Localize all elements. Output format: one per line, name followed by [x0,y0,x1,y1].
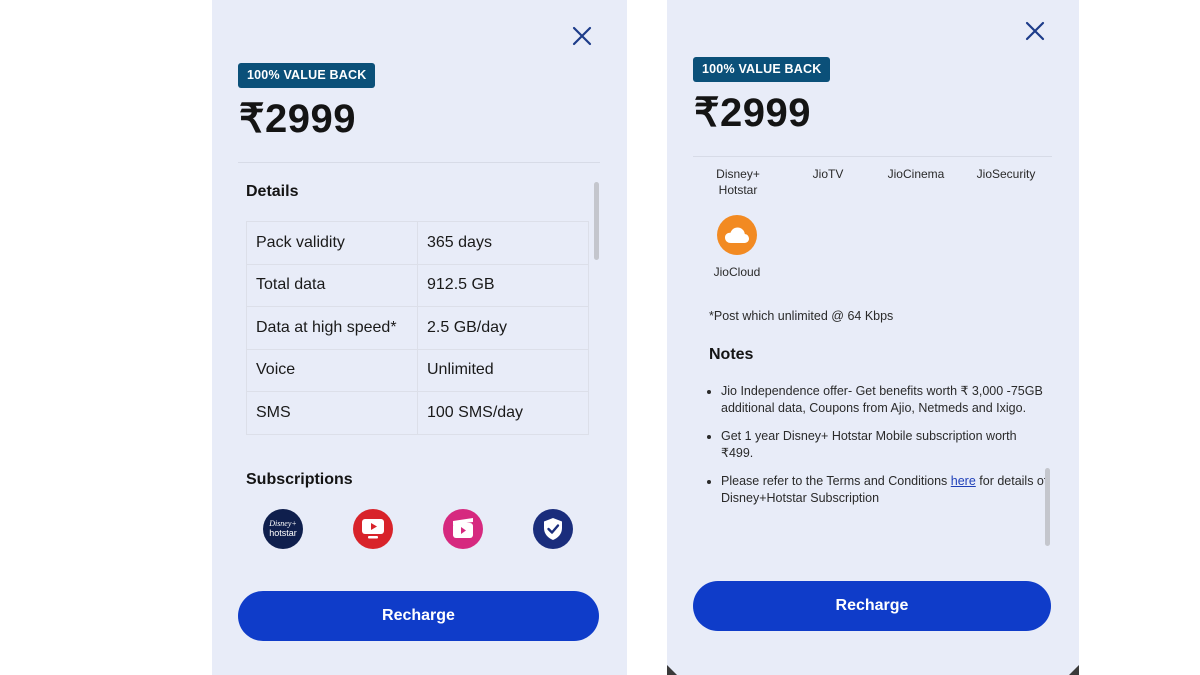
screen-corner [1069,665,1079,675]
close-button[interactable] [1023,19,1047,43]
plan-price: ₹2999 [239,97,356,141]
close-icon [572,26,592,46]
details-table: Pack validity 365 days Total data 912.5 … [246,221,589,435]
subscriptions-heading: Subscriptions [246,471,353,488]
table-row: Pack validity 365 days [246,221,589,265]
jiotv-icon[interactable] [353,509,393,549]
note-text: Please refer to the Terms and Conditions [721,474,951,488]
detail-value: 912.5 GB [417,263,589,307]
close-button[interactable] [570,24,594,48]
jiocloud-icon[interactable] [717,215,757,255]
app-label-line: Disney+ [716,167,760,181]
table-row: SMS 100 SMS/day [246,391,589,435]
recharge-button[interactable]: Recharge [238,591,599,641]
jiosecurity-icon[interactable] [533,509,573,549]
footnote: *Post which unlimited @ 64 Kbps [709,309,894,323]
detail-label: Voice [246,348,418,392]
table-row: Voice Unlimited [246,348,589,392]
close-icon [1025,21,1045,41]
plan-price: ₹2999 [694,91,811,135]
disney-hotstar-icon[interactable]: Disney+ hotstar [263,509,303,549]
detail-value: 2.5 GB/day [417,306,589,350]
app-label-jiosecurity: JioSecurity [976,167,1036,181]
app-label-line: Hotstar [718,183,758,197]
details-heading: Details [246,183,299,200]
hotstar-wordmark: hotstar [269,528,297,538]
jiocinema-icon[interactable] [443,509,483,549]
plan-notes-sheet: 100% VALUE BACK ₹2999 Disney+ Hotstar Ji… [667,0,1079,675]
scrollbar-thumb[interactable] [594,182,599,260]
list-item: Jio Independence offer- Get benefits wor… [721,383,1051,416]
app-label-disney-hotstar: Disney+ Hotstar [698,166,778,198]
app-label-jiocloud: JioCloud [713,265,761,279]
terms-link[interactable]: here [951,474,976,488]
scrollbar-thumb[interactable] [1045,468,1050,546]
app-label-jiotv: JioTV [812,167,844,181]
list-item: Get 1 year Disney+ Hotstar Mobile subscr… [721,428,1051,461]
detail-label: Total data [246,263,418,307]
apps-row-clipped: Disney+ Hotstar JioTV JioCinema JioSecur… [667,157,1079,207]
app-label-jiocinema: JioCinema [887,167,945,181]
plan-details-sheet: 100% VALUE BACK ₹2999 Details Pack valid… [212,0,627,675]
detail-value: 365 days [417,221,589,265]
screen-corner [667,665,677,675]
notes-heading: Notes [709,346,754,363]
notes-list: Jio Independence offer- Get benefits wor… [709,383,1051,518]
divider [238,162,600,163]
value-back-badge: 100% VALUE BACK [693,57,831,82]
svg-text:Disney+: Disney+ [268,519,297,528]
value-back-badge: 100% VALUE BACK [238,63,376,88]
detail-label: Pack validity [246,221,418,265]
table-row: Total data 912.5 GB [246,263,589,307]
detail-value: 100 SMS/day [417,391,589,435]
detail-label: SMS [246,391,418,435]
table-row: Data at high speed* 2.5 GB/day [246,306,589,350]
list-item: Please refer to the Terms and Conditions… [721,473,1051,506]
detail-label: Data at high speed* [246,306,418,350]
detail-value: Unlimited [417,348,589,392]
recharge-button[interactable]: Recharge [693,581,1051,631]
